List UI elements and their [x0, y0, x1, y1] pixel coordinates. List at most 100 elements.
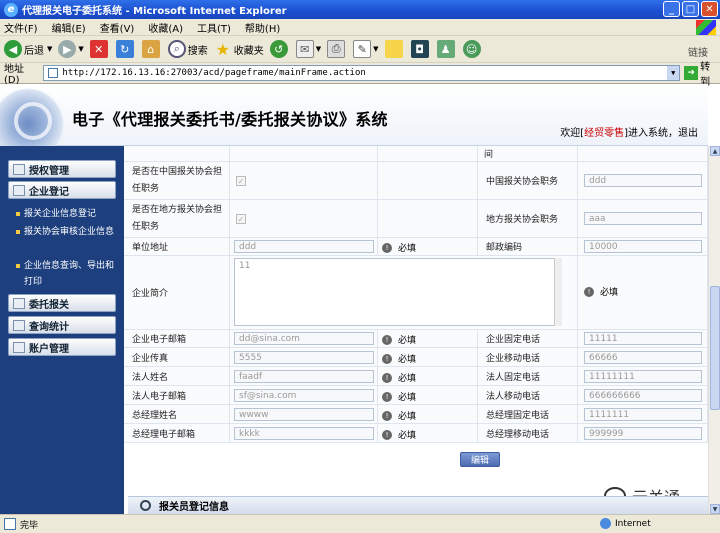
intro-textarea[interactable]: 11: [234, 258, 562, 326]
stop-icon: ✕: [89, 40, 108, 58]
home-icon: ⌂: [141, 40, 160, 58]
sidebar-item-account[interactable]: 账户管理: [8, 338, 116, 356]
mail-button[interactable]: ✉ ▼: [295, 40, 321, 58]
info-icon: !: [382, 391, 392, 402]
scroll-up-icon[interactable]: ▲: [710, 146, 720, 156]
chevron-down-icon[interactable]: ▼: [316, 45, 321, 53]
scroll-thumb[interactable]: [710, 286, 720, 410]
info-icon: !: [584, 286, 594, 297]
edit-button[interactable]: 编辑: [460, 452, 500, 467]
address-input[interactable]: http://172.16.13.16:27003/acd/pageframe/…: [43, 65, 681, 81]
fax-field[interactable]: 5555: [234, 351, 374, 364]
back-button[interactable]: ◀ 后退 ▼: [4, 40, 52, 58]
email-field[interactable]: dd@sina.com: [234, 332, 374, 345]
local-assoc-checkbox[interactable]: ✓: [236, 214, 246, 224]
search-icon: ⌕: [167, 40, 186, 58]
app-logo-icon: [0, 84, 68, 146]
chevron-down-icon[interactable]: ▼: [667, 66, 680, 80]
menu-edit[interactable]: 编辑(E): [52, 20, 86, 35]
cn-assoc-checkbox[interactable]: ✓: [236, 176, 246, 186]
legal-email-required: ! 必填: [382, 390, 416, 403]
search-label: 搜索: [187, 45, 208, 57]
sidebar-item-label: 企业登记: [29, 186, 69, 198]
menu-bar: 文件(F) 编辑(E) 查看(V) 收藏(A) 工具(T) 帮助(H): [0, 19, 720, 36]
legal-name-field[interactable]: faadf: [234, 370, 374, 383]
search-button[interactable]: ⌕ 搜索: [167, 40, 208, 58]
legal-name-label: 法人姓名: [124, 367, 230, 386]
legal-email-field[interactable]: sf@sina.com: [234, 389, 374, 402]
menu-file[interactable]: 文件(F): [4, 20, 38, 35]
form-label-partial: 间: [478, 146, 578, 162]
legal-mobile-label: 法人移动电话: [478, 386, 578, 405]
phone-field[interactable]: 11111: [584, 332, 702, 345]
sidebar-item-label: 账户管理: [29, 343, 69, 355]
form-value-cell: [378, 146, 478, 162]
gm-email-field[interactable]: kkkk: [234, 427, 374, 440]
sidebar-sub-item-query-export[interactable]: 企业信息查询、导出和打印: [16, 258, 120, 290]
stop-button[interactable]: ✕: [89, 40, 110, 58]
legal-mobile-field[interactable]: 666666666: [584, 389, 702, 402]
folder-icon: [13, 164, 25, 175]
welcome-suffix[interactable]: ]进入系统，退出: [624, 128, 698, 139]
forward-button[interactable]: ▶ ▼: [58, 40, 84, 58]
favorites-button[interactable]: ★ 收藏夹: [214, 39, 264, 59]
gm-mobile-field[interactable]: 999999: [584, 427, 702, 440]
menu-help[interactable]: 帮助(H): [245, 20, 280, 35]
required-label: 必填: [398, 336, 417, 346]
print-icon: ⎙: [327, 40, 346, 58]
close-button[interactable]: ✕: [701, 1, 718, 17]
sidebar-item-delegation[interactable]: 委托报关: [8, 294, 116, 312]
messenger-button[interactable]: ♟: [436, 40, 457, 58]
gm-phone-field[interactable]: 1111111: [584, 408, 702, 421]
local-assoc-role-field[interactable]: aaa: [584, 212, 702, 225]
maximize-button[interactable]: □: [682, 1, 699, 17]
people-button[interactable]: ☺: [462, 40, 483, 58]
scroll-down-icon[interactable]: ▼: [710, 504, 720, 514]
edit-page-button[interactable]: ✎ ▼: [353, 40, 379, 58]
star-icon: ★: [215, 39, 230, 59]
gm-email-required: ! 必填: [382, 428, 416, 441]
sidebar-sub-item-audit[interactable]: 报关协会审核企业信息: [16, 224, 120, 240]
menu-tools[interactable]: 工具(T): [197, 20, 231, 35]
folder-icon: [13, 298, 25, 309]
required-label: 必填: [398, 374, 417, 384]
page-scrollbar[interactable]: ▲ ▼: [708, 146, 720, 514]
legal-phone-field[interactable]: 11111111: [584, 370, 702, 383]
cn-assoc-role-field[interactable]: ddd: [584, 174, 702, 187]
sidebar-item-authorization[interactable]: 授权管理: [8, 160, 116, 178]
section-header-customs-broker[interactable]: 报关员登记信息: [128, 496, 708, 514]
menu-view[interactable]: 查看(V): [100, 20, 135, 35]
status-text: 完毕: [20, 520, 39, 531]
print-button[interactable]: ⎙: [327, 40, 347, 58]
postcode-field[interactable]: 10000: [584, 240, 702, 253]
gm-mobile-label: 总经理移动电话: [478, 424, 578, 443]
cn-assoc-role-label: 中国报关协会职务: [478, 162, 578, 200]
forward-arrow-icon: ▶: [58, 40, 77, 58]
mobile-field[interactable]: 66666: [584, 351, 702, 364]
sidebar-sub-item-register[interactable]: 报关企业信息登记: [16, 206, 120, 222]
address-field[interactable]: ddd: [234, 240, 374, 253]
links-label[interactable]: 链接: [688, 44, 708, 59]
sidebar-item-statistics[interactable]: 查询统计: [8, 316, 116, 334]
chevron-down-icon[interactable]: ▼: [373, 45, 378, 53]
discuss-button[interactable]: [384, 40, 405, 58]
gm-name-field[interactable]: wwww: [234, 408, 374, 421]
info-icon: !: [382, 353, 392, 364]
menu-favorites[interactable]: 收藏(A): [148, 20, 183, 35]
phone-label: 企业固定电话: [478, 330, 578, 348]
sidebar: 授权管理 企业登记 报关企业信息登记 报关协会审核企业信息 企业信息查询、导出和…: [0, 146, 124, 514]
research-button[interactable]: ◘: [410, 40, 431, 58]
textarea-scrollbar[interactable]: [554, 258, 562, 326]
chevron-down-icon[interactable]: ▼: [47, 45, 52, 53]
browser-toolbar: ◀ 后退 ▼ ▶ ▼ ✕ ↻ ⌂ ⌕ 搜索 ★ 收藏夹 ↺ ✉ ▼ ⎙ ✎ ▼ …: [0, 36, 720, 63]
refresh-button[interactable]: ↻: [115, 40, 136, 58]
postcode-label: 邮政编码: [478, 238, 578, 256]
go-arrow-icon: ➜: [684, 66, 699, 80]
minimize-button[interactable]: _: [663, 1, 680, 17]
chevron-down-icon[interactable]: ▼: [78, 45, 83, 53]
home-button[interactable]: ⌂: [141, 40, 162, 58]
refresh-icon: ↻: [115, 40, 134, 58]
sidebar-item-enterprise-registration[interactable]: 企业登记: [8, 181, 116, 199]
history-button[interactable]: ↺: [269, 40, 290, 58]
address-label: 地址(D): [4, 64, 24, 86]
